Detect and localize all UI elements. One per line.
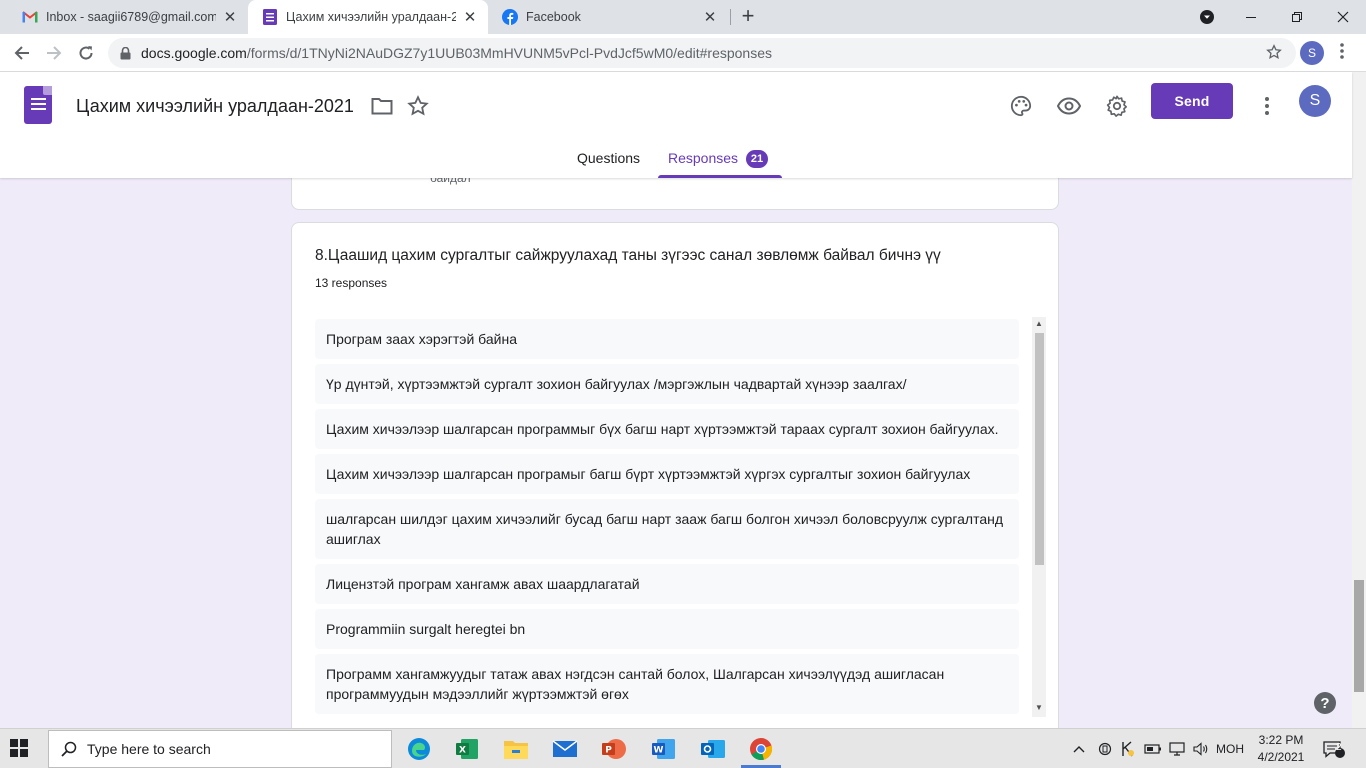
active-tab-indicator (658, 175, 782, 178)
show-hidden-icons-chevron-up-icon[interactable] (1073, 729, 1085, 768)
tab-title: Facebook (526, 10, 581, 24)
gmail-icon (22, 9, 38, 25)
help-icon[interactable]: ? (1314, 692, 1336, 714)
responses-count-badge: 21 (746, 150, 769, 168)
star-icon[interactable] (402, 90, 434, 122)
bookmark-star-icon[interactable] (1266, 44, 1282, 65)
responses-list: Програм заах хэрэгтэй байна Үр дүнтэй, х… (315, 319, 1019, 719)
search-icon (61, 741, 77, 757)
keyboard-tool-icon[interactable] (1121, 729, 1135, 768)
clock-date: 4/2/2021 (1257, 750, 1305, 764)
tab-title: Inbox - saagii6789@gmail.com - (46, 10, 216, 24)
clock-time: 3:22 PM (1258, 733, 1304, 747)
list-item: Цахим хичээлээр шалгарсан программыг бүх… (315, 409, 1019, 449)
list-item: шалгарсан шилдэг цахим хичээлийг бусад б… (315, 499, 1019, 559)
new-tab-button[interactable]: + (736, 5, 760, 29)
more-options-icon[interactable] (1251, 90, 1283, 122)
folder-icon[interactable] (366, 90, 398, 122)
close-icon[interactable]: ✕ (462, 9, 478, 26)
tab-responses-label: Responses (668, 150, 739, 166)
account-avatar[interactable]: S (1299, 85, 1331, 117)
profile-avatar[interactable]: S (1300, 41, 1324, 65)
excel-icon[interactable]: X (453, 735, 481, 763)
back-arrow-icon (14, 46, 29, 60)
svg-text:X: X (459, 746, 466, 756)
responses-scrollbar[interactable]: ▲ ▼ (1032, 317, 1046, 717)
palette-icon[interactable] (1005, 90, 1037, 122)
send-button[interactable]: Send (1151, 83, 1233, 119)
list-item: Програм заах хэрэгтэй байна (315, 319, 1019, 359)
form-tabs: Questions Responses 21 (0, 142, 1352, 178)
form-title[interactable]: Цахим хичээлийн уралдаан-2021 (76, 96, 354, 117)
tab-facebook[interactable]: Facebook ✕ (488, 0, 728, 34)
powerpoint-icon[interactable]: P (600, 735, 628, 763)
list-item: Үр дүнтэй, хүртээмжтэй сургалт зохион ба… (315, 364, 1019, 404)
question-8-card: 8.Цаашид цахим сургалтыг сайжруулахад та… (291, 222, 1059, 742)
chevron-down-icon (1200, 10, 1214, 24)
forms-icon (262, 9, 278, 25)
svg-text:P: P (605, 746, 612, 756)
file-explorer-icon[interactable] (502, 735, 530, 763)
taskbar-search-input[interactable]: Type here to search (48, 730, 392, 768)
back-button[interactable] (8, 39, 36, 67)
taskbar-clock[interactable]: 3:22 PM 4/2/2021 (1252, 732, 1310, 766)
forward-button[interactable] (40, 39, 68, 67)
battery-icon[interactable] (1144, 729, 1162, 768)
close-icon[interactable]: ✕ (702, 9, 718, 26)
facebook-icon (502, 9, 518, 25)
windows-taskbar: Type here to search X P W МОН 3:22 PM 4/… (0, 728, 1366, 768)
notifications-count: 2 (1336, 742, 1342, 753)
page-scrollbar-thumb[interactable] (1354, 580, 1364, 692)
chrome-icon[interactable] (747, 735, 775, 763)
reload-button[interactable] (72, 39, 100, 67)
list-item: Цахим хичээлээр шалгарсан програмыг багш… (315, 454, 1019, 494)
tab-gmail[interactable]: Inbox - saagii6789@gmail.com - ✕ (8, 0, 248, 34)
windows-start-icon[interactable] (10, 739, 28, 762)
list-item: Программ хангамжуудыг татаж авах нэгдсэн… (315, 654, 1019, 714)
url-host: docs.google.com (141, 45, 247, 61)
edge-icon[interactable] (405, 735, 433, 763)
page-scrollbar[interactable] (1352, 72, 1366, 728)
word-icon[interactable]: W (650, 735, 678, 763)
tray-app-icon[interactable] (1098, 729, 1112, 768)
url-text: docs.google.com/forms/d/1TNyNi2NAuDGZ7y1… (141, 45, 772, 61)
tab-responses[interactable]: Responses 21 (668, 150, 769, 168)
tab-forms[interactable]: Цахим хичээлийн уралдаан-202 ✕ (248, 0, 488, 34)
forms-header: Цахим хичээлийн уралдаан-2021 Send S Que… (0, 72, 1352, 178)
scrollbar-thumb[interactable] (1035, 333, 1044, 565)
scroll-down-icon[interactable]: ▼ (1035, 703, 1043, 712)
reload-icon (79, 46, 93, 60)
url-path: /forms/d/1TNyNi2NAuDGZ7y1UUB03MmHVUNM5vP… (246, 45, 772, 61)
browser-tab-strip: Inbox - saagii6789@gmail.com - ✕ Цахим х… (0, 0, 1366, 34)
list-item: Лицензтэй програм хангамж авах шаардлага… (315, 564, 1019, 604)
outlook-icon[interactable] (699, 735, 727, 763)
scroll-up-icon[interactable]: ▲ (1035, 319, 1043, 328)
mail-icon[interactable] (551, 735, 579, 763)
browser-toolbar: docs.google.com/forms/d/1TNyNi2NAuDGZ7y1… (0, 34, 1366, 72)
kebab-menu-icon[interactable] (1340, 43, 1344, 64)
close-icon[interactable]: ✕ (222, 9, 238, 26)
tab-questions[interactable]: Questions (577, 150, 640, 166)
question-title: 8.Цаашид цахим сургалтыг сайжруулахад та… (315, 247, 941, 264)
settings-gear-icon[interactable] (1101, 90, 1133, 122)
minimize-button[interactable] (1228, 0, 1274, 34)
list-item: Programmiin surgalt heregtei bn (315, 609, 1019, 649)
forward-arrow-icon (47, 46, 62, 60)
tab-search-button[interactable] (1184, 0, 1230, 34)
network-icon[interactable] (1169, 729, 1187, 768)
lock-icon (120, 46, 131, 59)
tab-title: Цахим хичээлийн уралдаан-202 (286, 10, 456, 24)
language-indicator[interactable]: МОН (1216, 729, 1244, 768)
responses-count: 13 responses (315, 276, 388, 290)
volume-icon[interactable] (1193, 729, 1209, 768)
notifications-icon[interactable]: 2 (1323, 729, 1345, 768)
preview-eye-icon[interactable] (1053, 90, 1085, 122)
search-placeholder: Type here to search (87, 741, 211, 757)
restore-button[interactable] (1274, 0, 1320, 34)
forms-logo-icon[interactable] (24, 86, 52, 124)
tab-separator (730, 9, 731, 25)
svg-text:W: W (654, 746, 664, 756)
address-bar[interactable]: docs.google.com/forms/d/1TNyNi2NAuDGZ7y1… (108, 38, 1296, 68)
close-window-button[interactable] (1320, 0, 1366, 34)
